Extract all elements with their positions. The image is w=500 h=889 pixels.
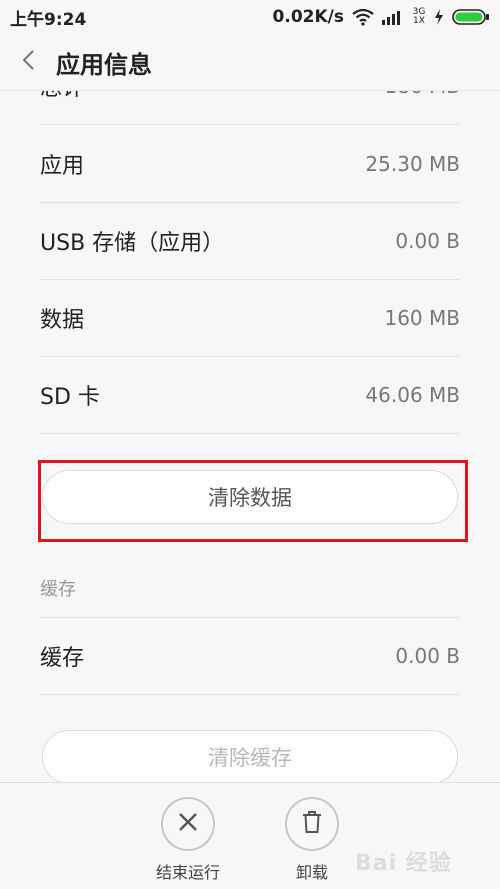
force-stop-button[interactable]: 结束运行 bbox=[146, 797, 230, 889]
status-indicators: 0.02K/s 3G 1X bbox=[273, 7, 490, 27]
row-label: 数据 bbox=[40, 308, 85, 333]
row-label: 缓存 bbox=[40, 646, 85, 671]
wifi-icon bbox=[352, 8, 374, 26]
clear-cache-button[interactable]: 清除缓存 bbox=[42, 730, 458, 784]
row-label: SD 卡 bbox=[40, 385, 100, 410]
status-time: 上午9:24 bbox=[10, 9, 87, 30]
network-type-icon: 3G 1X bbox=[412, 7, 426, 26]
row-label: USB 存储（应用） bbox=[40, 231, 225, 256]
force-stop-label: 结束运行 bbox=[155, 863, 220, 882]
network-speed: 0.02K/s bbox=[272, 7, 344, 27]
highlight-box bbox=[38, 460, 468, 542]
status-bar: 上午9:24 0.02K/s 3G 1X bbox=[0, 0, 500, 34]
storage-row-usb: USB 存储（应用） 0.00 B bbox=[40, 203, 460, 280]
storage-row-data: 数据 160 MB bbox=[40, 280, 460, 357]
cache-row: 缓存 0.00 B bbox=[40, 618, 460, 695]
storage-row-app: 应用 25.30 MB bbox=[40, 126, 460, 203]
app-header-overlay: 应用信息 bbox=[0, 34, 500, 91]
uninstall-label: 卸载 bbox=[295, 863, 328, 882]
trash-icon bbox=[301, 810, 323, 838]
charging-icon bbox=[434, 9, 444, 25]
row-value: 25.30 MB bbox=[365, 152, 460, 176]
signal-icon bbox=[382, 9, 404, 25]
back-button[interactable] bbox=[0, 34, 56, 90]
close-icon bbox=[177, 811, 199, 837]
uninstall-button[interactable]: 卸载 bbox=[270, 797, 354, 889]
row-label: 应用 bbox=[40, 154, 85, 179]
row-value: 0.00 B bbox=[395, 229, 460, 253]
row-value: 0.00 B bbox=[395, 644, 460, 668]
battery-icon bbox=[452, 8, 490, 26]
uninstall-circle[interactable] bbox=[285, 797, 339, 851]
row-value: 46.06 MB bbox=[365, 383, 460, 407]
cache-section-title: 缓存 bbox=[40, 579, 76, 600]
storage-row-sd-card: SD 卡 46.06 MB bbox=[40, 357, 460, 434]
row-value: 160 MB bbox=[384, 306, 460, 330]
app-info-screen: 上午9:24 0.02K/s 3G 1X 应用 25.30 MB USB 存储（… bbox=[0, 0, 500, 889]
watermark: Bai 经验 bbox=[355, 851, 452, 876]
chevron-left-icon bbox=[21, 49, 35, 75]
page-title: 应用信息 bbox=[56, 50, 152, 79]
force-stop-circle[interactable] bbox=[161, 797, 215, 851]
